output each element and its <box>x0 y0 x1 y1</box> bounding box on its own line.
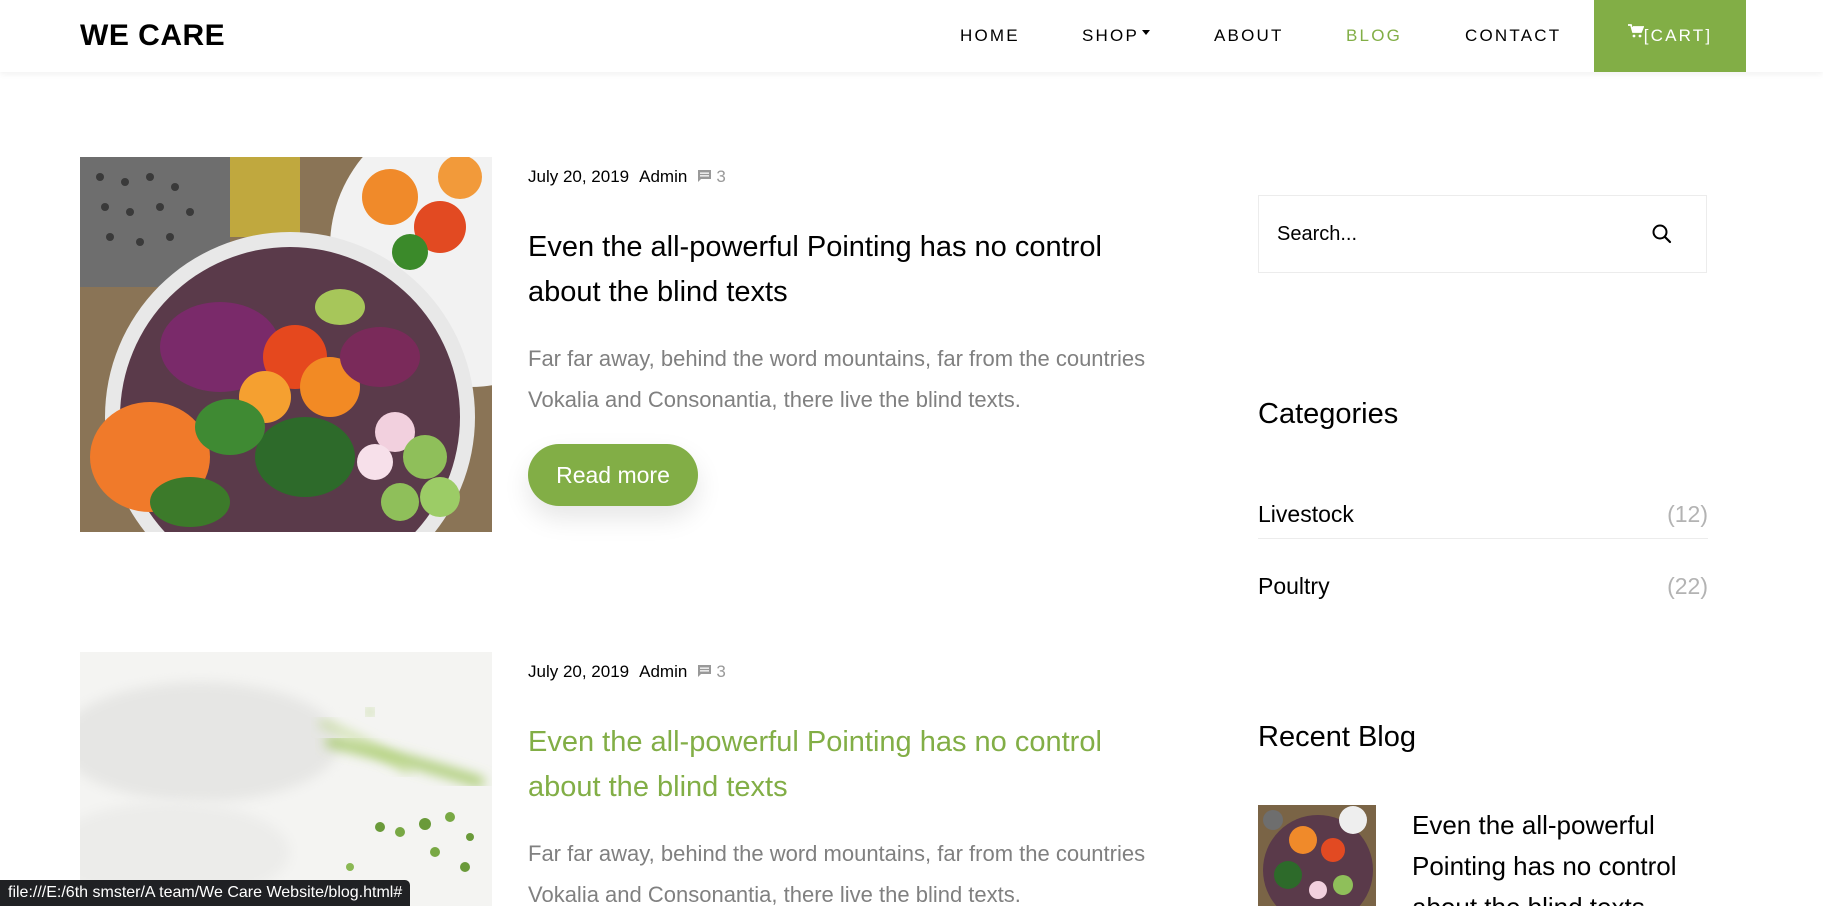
comment-icon <box>698 664 712 677</box>
category-count: (12) <box>1667 501 1708 527</box>
nav-blog[interactable]: BLOG <box>1346 0 1402 72</box>
search-icon[interactable] <box>1648 220 1676 248</box>
post-date[interactable]: July 20, 2019 <box>528 662 629 681</box>
category-label: Poultry <box>1258 573 1330 599</box>
category-count: (22) <box>1667 573 1708 599</box>
search-input[interactable] <box>1277 214 1637 254</box>
nav-about[interactable]: ABOUT <box>1214 0 1284 72</box>
recent-blog-thumbnail[interactable] <box>1258 805 1376 906</box>
post-comment-count: 3 <box>716 167 726 186</box>
comment-icon <box>698 169 712 182</box>
nav-home[interactable]: HOME <box>960 0 1020 72</box>
post-author[interactable]: Admin <box>639 167 687 186</box>
post-meta: July 20, 2019 Admin 3 <box>528 662 746 682</box>
post-title[interactable]: Even the all-powerful Pointing has no co… <box>528 225 1168 315</box>
categories-heading: Categories <box>1258 398 1399 430</box>
chevron-down-icon <box>1141 30 1150 36</box>
post-author[interactable]: Admin <box>639 662 687 681</box>
post-comments[interactable]: 3 <box>697 167 735 186</box>
post-image-salad[interactable] <box>80 157 492 532</box>
navbar: WE CARE HOME SHOP ABOUT BLOG CONTACT [CA… <box>0 0 1823 72</box>
cart-icon <box>1627 0 1645 69</box>
category-item-poultry[interactable]: Poultry (22) <box>1258 557 1708 629</box>
nav-cart-label: [CART] <box>1643 26 1713 45</box>
brand-logo[interactable]: WE CARE <box>80 19 225 53</box>
post-comments[interactable]: 3 <box>697 662 735 681</box>
post-title[interactable]: Even the all-powerful Pointing has no co… <box>528 720 1168 810</box>
post-excerpt: Far far away, behind the word mountains,… <box>528 841 1146 906</box>
recent-blog-heading: Recent Blog <box>1258 721 1416 753</box>
recent-blog-title[interactable]: Even the all-powerful Pointing has no co… <box>1412 805 1712 906</box>
nav-cart-button[interactable]: [CART] <box>1594 0 1746 72</box>
nav-shop-label: SHOP <box>1082 26 1139 45</box>
search-box <box>1258 195 1707 273</box>
read-more-button[interactable]: Read more <box>528 444 698 506</box>
nav-contact[interactable]: CONTACT <box>1465 0 1561 72</box>
post-image-greens[interactable] <box>80 652 492 906</box>
post-excerpt: Far far away, behind the word mountains,… <box>528 346 1146 412</box>
category-label: Livestock <box>1258 501 1354 527</box>
post-meta: July 20, 2019 Admin 3 <box>528 167 746 187</box>
category-item-livestock[interactable]: Livestock (12) <box>1258 485 1708 557</box>
post-comment-count: 3 <box>716 662 726 681</box>
nav-shop[interactable]: SHOP <box>1082 0 1150 72</box>
browser-status-bar: file:///E:/6th smster/A team/We Care Web… <box>0 880 411 906</box>
post-date[interactable]: July 20, 2019 <box>528 167 629 186</box>
divider <box>1258 538 1708 539</box>
